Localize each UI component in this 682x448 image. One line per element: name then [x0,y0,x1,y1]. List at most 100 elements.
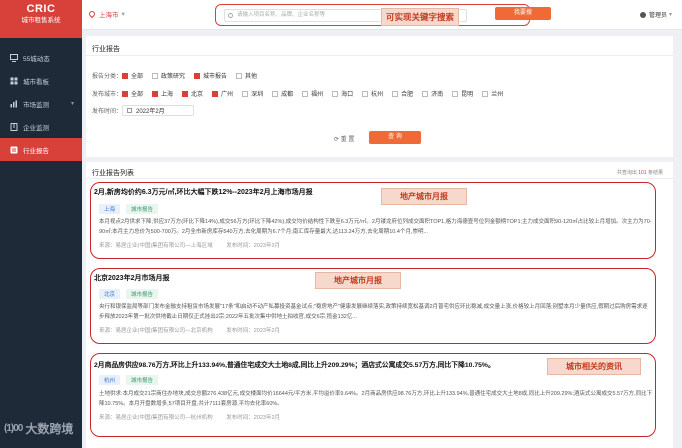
date-picker[interactable]: 2022年2月 [122,105,194,116]
checkbox-unchecked-icon [272,90,279,97]
checkbox-label: 深圳 [251,92,264,98]
report-date: 发布时间：2023年2月 [226,415,280,421]
watermark-text: 大数跨境 [25,422,74,436]
checkbox-unchecked-icon [392,90,399,97]
result-count: 共查询出 101 条结果 [617,169,663,176]
checkbox-option[interactable]: 全部 [122,71,143,80]
sidebar-item-industry-report[interactable]: 行业报告 [0,138,82,161]
filter-panel: 行业报告 报告分类： 全部 政策研究 城市报告 其他 发布城市： 全部 上海 北京 广州 深圳… [86,36,673,157]
report-list-panel: 行业报告列表 共查询出 101 条结果 2月,新房均价约6.3万元/㎡,环比大幅… [86,162,673,448]
sidebar-item-label: 市场监测 [23,101,49,109]
city-selector[interactable]: 上海市 ▾ [87,9,125,19]
chevron-down-icon: ▾ [70,101,74,107]
checkbox-option[interactable]: 其他 [236,71,257,80]
report-title[interactable]: 2月商品房供应98.76万方,环比上升133.94%,普通住宅成交大土地8成,同… [94,359,495,369]
report-tags: 北京 城市报告 [99,289,164,299]
reset-label: 重 置 [340,137,355,143]
checkbox-option[interactable]: 济南 [422,89,443,98]
sidebar-item-enterprise-monitor[interactable]: 企业监测 [0,115,82,138]
checkbox-unchecked-icon [482,90,489,97]
result-number: 101 [638,170,647,176]
report-title[interactable]: 2月,新房均价约6.3万元/㎡,环比大幅下跌12%--2023年2月上海市场月报 [94,187,313,197]
date-value: 2022年2月 [136,109,165,115]
sidebar-item-label: 55城动态 [23,55,50,63]
checkbox-label: 全部 [131,92,144,98]
chart-icon [10,100,17,107]
user-menu[interactable]: 管理员 ▾ [639,10,672,19]
checkbox-label: 成都 [281,92,294,98]
checkbox-checked-icon [182,90,189,97]
checkbox-label: 全部 [131,74,144,80]
checkbox-checked-icon [122,72,128,79]
checkbox-label: 广州 [221,92,234,98]
report-card[interactable]: 2月,新房均价约6.3万元/㎡,环比大幅下跌12%--2023年2月上海市场月报… [90,182,656,259]
city-filter-row: 发布城市： 全部 上海 北京 广州 深圳 成都 福州 海口 杭州 合肥 济南 昆明 兰州 [92,89,512,98]
sidebar-nav: 55城动态 城市看板 市场监测 ▾ 企业监测 行业报告 [0,46,82,161]
checkbox-label: 城市报告 [203,74,228,80]
checkbox-option[interactable]: 兰州 [482,89,503,98]
brand-subtitle: 城市租售系统 [21,17,61,24]
calendar-icon [127,108,132,113]
city-tag: 北京 [99,289,121,299]
checkbox-label: 兰州 [491,92,504,98]
checkbox-unchecked-icon [242,90,249,97]
search-highlight-box: 请输入项目名称、品牌、企业名称等 可实现关键字搜索 [215,4,530,26]
checkbox-unchecked-icon [302,90,309,97]
report-card[interactable]: 2月商品房供应98.76万方,环比上升133.94%,普通住宅成交大土地8成,同… [90,353,656,437]
checkbox-label: 海口 [341,92,354,98]
checkbox-option[interactable]: 广州 [212,89,233,98]
top-bar: 上海市 ▾ 请输入项目名称、品牌、企业名称等 可实现关键字搜索 我要搜 管理员 … [82,0,682,30]
checkbox-label: 上海 [161,92,174,98]
checkbox-checked-icon [194,72,201,79]
checkbox-option[interactable]: 福州 [302,89,323,98]
sidebar-item-55city[interactable]: 55城动态 [0,46,82,69]
checkbox-unchecked-icon [236,72,243,79]
city-tag: 杭州 [99,375,121,385]
category-tag: 城市报告 [126,289,159,299]
category-tag: 城市报告 [126,375,159,385]
checkbox-unchecked-icon [422,90,429,97]
checkbox-unchecked-icon [152,72,159,79]
sidebar-item-city-board[interactable]: 城市看板 [0,69,82,92]
report-meta: 来源：易居企业(中国)集团有限公司—上海区域 发布时间：2023年2月 [99,241,292,249]
card-annotation: 地产城市月报 [381,188,467,205]
checkbox-label: 政策研究 [161,74,186,80]
list-title: 行业报告列表 [86,162,673,179]
query-button[interactable]: 查 询 [369,131,421,144]
report-meta: 来源：易居企业(中国)集团有限公司—杭州机构 发布时间：2023年2月 [99,413,292,421]
checkbox-checked-icon [122,90,128,97]
checkbox-option[interactable]: 全部 [122,89,143,98]
report-tags: 上海 城市报告 [99,204,164,214]
checkbox-option[interactable]: 上海 [152,89,173,98]
checkbox-option[interactable]: 城市报告 [194,71,227,80]
sidebar-item-market-monitor[interactable]: 市场监测 ▾ [0,92,82,115]
checkbox-option[interactable]: 深圳 [242,89,263,98]
sidebar: CRIC 城市租售系统 55城动态 城市看板 市场监测 ▾ 企业监测 行业报告 … [0,0,82,448]
search-placeholder: 请输入项目名称、品牌、企业名称等 [237,12,326,18]
checkbox-option[interactable]: 海口 [332,89,353,98]
report-title[interactable]: 北京2023年2月市场月报 [94,273,169,283]
report-card[interactable]: 北京2023年2月市场月报 北京 城市报告 央行和银保监局等部门发布金融支持租赁… [90,268,656,344]
checkbox-label: 济南 [431,92,444,98]
checkbox-option[interactable]: 成都 [272,89,293,98]
checkbox-option[interactable]: 北京 [182,89,203,98]
sidebar-item-label: 城市看板 [23,78,49,86]
checkbox-option[interactable]: 昆明 [452,89,473,98]
search-icon [228,13,233,18]
user-name: 管理员 [648,13,667,19]
chevron-down-icon: ▾ [668,12,672,18]
city-selector-label: 上海市 [99,12,119,19]
sidebar-item-label: 行业报告 [23,147,49,155]
watermark-logo: (1)00 大数跨境 [4,420,73,437]
checkbox-label: 昆明 [461,92,474,98]
card-annotation: 城市相关的资讯 [547,358,641,375]
report-date: 发布时间：2023年2月 [226,243,280,249]
checkbox-checked-icon [212,90,219,97]
category-label: 报告分类： [92,74,123,80]
checkbox-option[interactable]: 合肥 [392,89,413,98]
search-button[interactable]: 我要搜 [495,7,551,20]
city-tag: 上海 [99,204,121,214]
checkbox-option[interactable]: 杭州 [362,89,383,98]
reset-button[interactable]: ⟳ 重 置 [334,134,354,143]
checkbox-option[interactable]: 政策研究 [152,71,185,80]
